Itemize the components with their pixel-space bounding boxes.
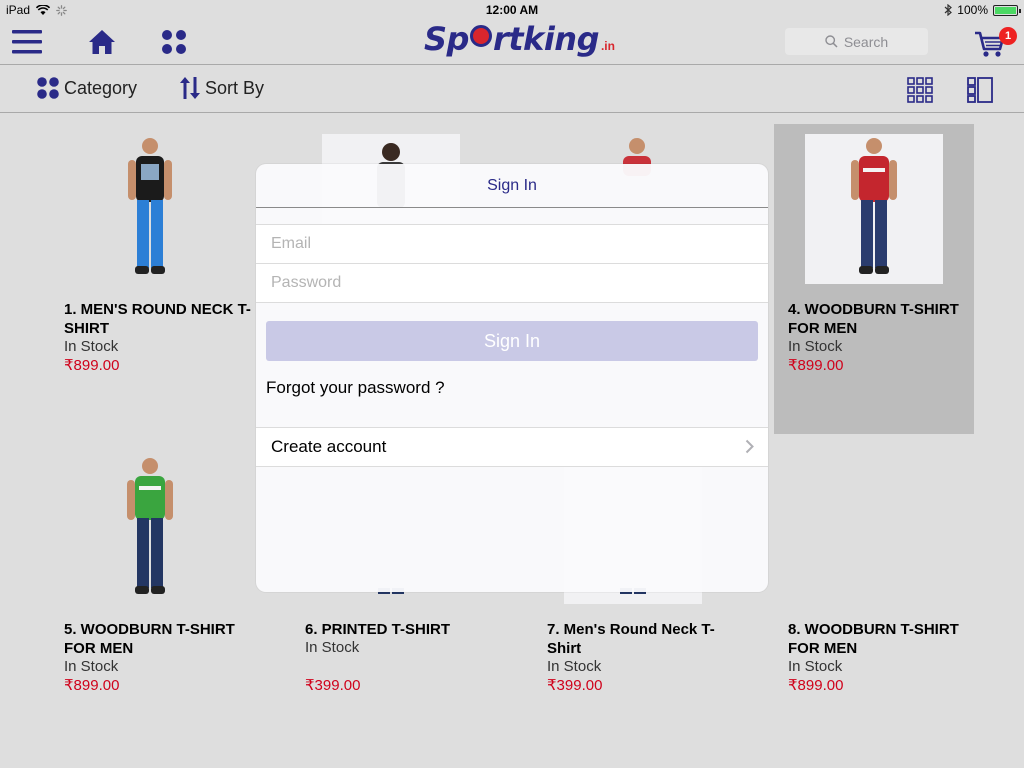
product-price: ₹899.00 — [64, 357, 120, 374]
product-card[interactable]: 1. MEN'S ROUND NECK T-SHIRT In Stock ₹89… — [50, 124, 251, 434]
product-card-selected[interactable]: 4. WOODBURN T-SHIRT FOR MEN In Stock ₹89… — [774, 124, 974, 434]
category-button[interactable]: Category — [36, 76, 137, 100]
product-title: 6. PRINTED T-SHIRT — [305, 621, 451, 638]
sign-in-button[interactable]: Sign In — [266, 321, 758, 361]
product-title: 5. WOODBURN T-SHIRT FOR MEN — [64, 621, 235, 657]
cart-count-badge: 1 — [999, 27, 1017, 45]
product-title: 1. MEN'S ROUND NECK T-SHIRT — [64, 301, 251, 337]
create-account-row[interactable]: Create account — [256, 427, 768, 467]
home-icon — [89, 30, 115, 54]
create-account-label: Create account — [271, 437, 387, 456]
menu-button[interactable] — [10, 25, 44, 59]
sign-in-modal: Sign In Sign In Forgot your password ? C… — [256, 164, 768, 592]
password-field[interactable] — [271, 264, 751, 302]
product-price: ₹399.00 — [305, 677, 361, 694]
product-card[interactable]: 5. WOODBURN T-SHIRT FOR MEN In Stock ₹89… — [50, 444, 250, 754]
list-view-icon — [967, 77, 993, 103]
app-header: Sp rtking .in Search 1 — [0, 20, 1024, 65]
hamburger-icon — [12, 30, 42, 54]
clock: 12:00 AM — [485, 3, 539, 17]
home-button[interactable] — [85, 25, 119, 59]
search-input[interactable]: Search — [785, 28, 928, 55]
search-placeholder: Search — [843, 33, 889, 50]
product-price: ₹899.00 — [788, 357, 844, 374]
ball-icon — [469, 25, 492, 47]
password-field-row — [256, 263, 768, 303]
four-dots-icon — [37, 77, 59, 99]
product-title: 7. Men's Round Neck T-Shirt — [547, 621, 715, 657]
product-title: 8. WOODBURN T-SHIRT FOR MEN — [788, 621, 959, 657]
four-dots-icon — [162, 30, 186, 54]
list-view-button[interactable] — [967, 77, 993, 103]
stock-status: In Stock — [64, 338, 119, 355]
product-price: ₹899.00 — [64, 677, 120, 694]
product-image — [81, 134, 219, 284]
filter-toolbar: Category Sort By — [0, 65, 1024, 113]
email-field[interactable] — [271, 225, 751, 263]
categories-grid-button[interactable] — [157, 25, 191, 59]
grid-view-icon — [907, 77, 933, 103]
forgot-password-link[interactable]: Forgot your password ? — [266, 378, 445, 398]
stock-status: In Stock — [788, 338, 843, 355]
sort-label: Sort By — [205, 77, 265, 98]
stock-status: In Stock — [788, 658, 843, 675]
bluetooth-icon — [944, 4, 953, 16]
category-label: Category — [64, 77, 138, 98]
product-image — [81, 454, 219, 604]
product-image — [805, 134, 943, 284]
search-icon — [825, 35, 838, 48]
chevron-right-icon — [745, 439, 754, 454]
product-image — [805, 454, 943, 604]
stock-status: In Stock — [305, 639, 360, 656]
sort-arrows-icon — [180, 77, 200, 99]
product-price: ₹899.00 — [788, 677, 844, 694]
product-price: ₹399.00 — [547, 677, 603, 694]
sportking-logo[interactable]: Sp rtking .in — [424, 20, 615, 64]
stock-status: In Stock — [64, 658, 119, 675]
modal-title: Sign In — [256, 164, 768, 208]
battery-percent: 100% — [957, 3, 988, 17]
battery-icon — [993, 4, 1021, 16]
grid-view-button[interactable] — [907, 77, 933, 103]
cart-button[interactable]: 1 — [974, 25, 1018, 61]
stock-status: In Stock — [547, 658, 602, 675]
sort-button[interactable]: Sort By — [179, 76, 264, 100]
status-bar: iPad 12:00 AM 100% — [0, 0, 1024, 20]
email-field-row — [256, 224, 768, 264]
product-card[interactable]: 8. WOODBURN T-SHIRT FOR MEN In Stock ₹89… — [774, 444, 974, 754]
product-title: 4. WOODBURN T-SHIRT FOR MEN — [788, 301, 959, 337]
